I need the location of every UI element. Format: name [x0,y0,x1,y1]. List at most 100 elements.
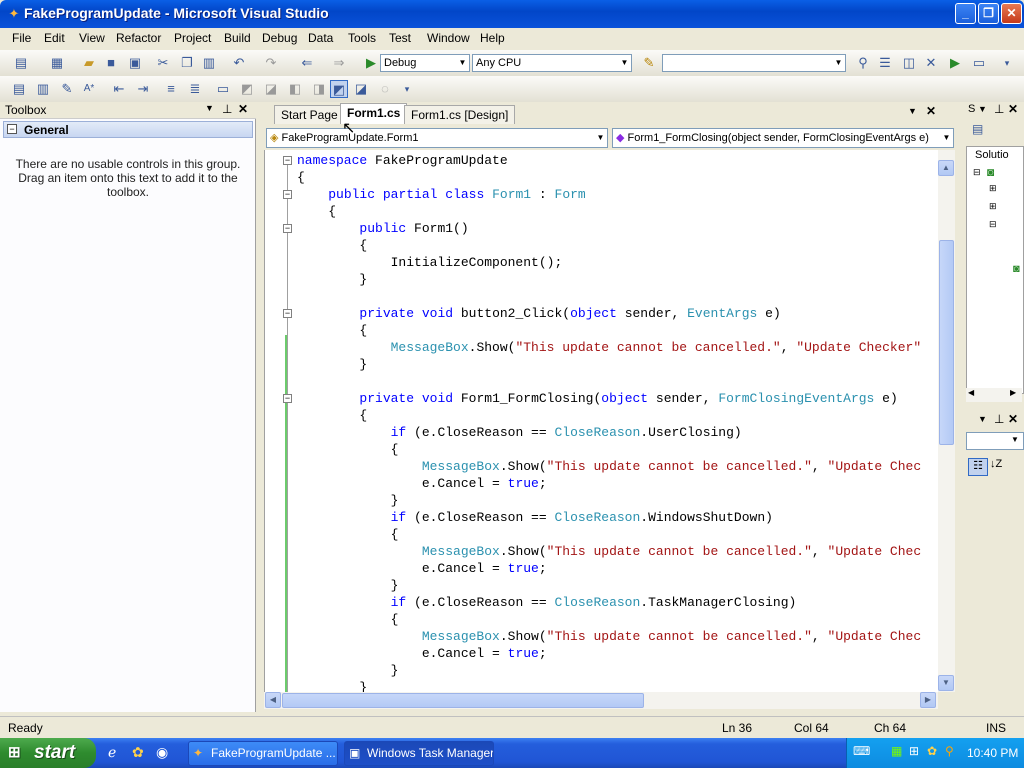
vertical-scrollbar[interactable]: ▲ ▼ [938,150,955,692]
search-icon[interactable]: ⚲ [945,744,954,758]
form-icon[interactable]: ◙ [1013,263,1020,275]
navigate-backward-icon[interactable]: ⇐ [298,54,316,72]
decrease-indent-icon[interactable]: ⇤ [110,80,128,98]
collapse-icon[interactable]: − [283,394,292,403]
task-manager-cpu-icon[interactable]: ▦ [891,744,902,758]
vertical-scroll-thumb[interactable] [939,240,954,445]
auto-hide-pin-icon[interactable]: ⊥ [994,102,1004,116]
complete-word-icon[interactable]: A* [80,80,98,98]
start-button[interactable]: ⊞ start [0,738,96,768]
undo-icon[interactable]: ↶ [230,54,248,72]
clock[interactable]: 10:40 PM [967,746,1018,760]
categorized-icon[interactable]: ☷ [968,458,988,476]
menu-debug[interactable]: Debug [262,31,297,45]
tree-horizontal-scrollbar[interactable]: ◀ ▶ [966,388,1022,402]
restore-button[interactable]: ❐ [978,3,999,24]
tab-form1-design[interactable]: Form1.cs [Design] [404,105,516,124]
minimize-button[interactable]: _ [955,3,976,24]
auto-hide-pin-icon[interactable]: ⊥ [222,102,232,116]
tab-start-page[interactable]: Start Page [274,105,345,124]
disabled-tool-icon[interactable]: ◌ [376,80,394,98]
menu-help[interactable]: Help [480,31,505,45]
previous-bookmark-folder-icon[interactable]: ◧ [286,80,304,98]
menu-test[interactable]: Test [389,31,411,45]
toolbar-options-icon[interactable]: ▾ [398,80,416,98]
save-all-icon[interactable]: ▣ [126,54,144,72]
collapse-icon[interactable]: − [7,124,17,134]
security-icon[interactable]: ✿ [927,744,937,758]
expand-icon[interactable]: ⊞ [989,183,997,194]
code-text[interactable]: namespace FakeProgramUpdate { public par… [297,152,938,692]
increase-indent-icon[interactable]: ⇥ [134,80,152,98]
display-parameter-info-icon[interactable]: ▥ [34,80,52,98]
menu-data[interactable]: Data [308,31,333,45]
solution-tree[interactable]: Solutio ⊟ ◙ ⊞ ⊞ ⊟ ◙ [966,146,1024,394]
find-in-files-icon[interactable]: ✎ [640,54,658,72]
next-bookmark-folder-icon[interactable]: ◨ [310,80,328,98]
taskbar-item-task-manager[interactable]: ▣ Windows Task Manager [344,741,494,766]
other-windows-icon[interactable]: ▭ [970,54,988,72]
comment-out-icon[interactable]: ≡ [162,80,180,98]
add-item-icon[interactable]: ▦ [48,54,66,72]
active-files-icon[interactable]: ▼ [908,106,917,116]
close-icon[interactable]: ✕ [238,102,248,116]
platform-select[interactable]: Any CPU ▼ [472,54,632,72]
close-document-icon[interactable]: ✕ [926,104,936,118]
menu-build[interactable]: Build [224,31,251,45]
display-quick-info-icon[interactable]: ✎ [58,80,76,98]
toolbox-group-general[interactable]: − General [3,121,253,138]
open-folder-icon[interactable]: ▰ [80,54,98,72]
close-icon[interactable]: ✕ [1008,412,1018,426]
project-icon[interactable]: ◙ [987,165,994,179]
type-dropdown[interactable]: ◈ FakeProgramUpdate.Form1 ▼ [266,128,608,148]
next-bookmark-icon[interactable]: ◪ [262,80,280,98]
object-browser-icon[interactable]: ◫ [900,54,918,72]
window-position-icon[interactable]: ▼ [978,104,987,114]
scroll-down-icon[interactable]: ▼ [938,675,954,691]
alphabetical-icon[interactable]: ↓Z [990,458,1002,470]
media-player-icon[interactable]: ◉ [156,744,168,761]
close-icon[interactable]: ✕ [1008,102,1018,116]
horizontal-scroll-thumb[interactable] [282,693,644,708]
new-project-icon[interactable]: ▤ [12,54,30,72]
expand-icon[interactable]: ⊞ [989,201,997,212]
save-icon[interactable]: ■ [102,54,120,72]
window-position-icon[interactable]: ▼ [978,414,987,424]
configuration-select[interactable]: Debug ▼ [380,54,470,72]
scroll-up-icon[interactable]: ▲ [938,160,954,176]
solution-node[interactable]: Solutio [975,149,1009,161]
uncomment-icon[interactable]: ≣ [186,80,204,98]
member-dropdown[interactable]: ◆ Form1_FormClosing(object sender, FormC… [612,128,954,148]
collapse-icon[interactable]: − [283,156,292,165]
menu-view[interactable]: View [79,31,105,45]
scroll-right-icon[interactable]: ▶ [920,692,936,708]
collapse-icon[interactable]: ⊟ [989,219,997,230]
taskbar-item-visual-studio[interactable]: ✦ FakeProgramUpdate ... [188,741,338,766]
menu-file[interactable]: File [12,31,31,45]
horizontal-scrollbar[interactable]: ◀ ▶ [264,692,938,709]
menu-tools[interactable]: Tools [348,31,376,45]
solution-explorer-icon[interactable]: ⚲ [854,54,872,72]
scroll-left-icon[interactable]: ◀ [968,388,974,397]
scroll-left-icon[interactable]: ◀ [265,692,281,708]
keyboard-icon[interactable]: ⌨ [853,744,870,758]
navigate-forward-icon[interactable]: ⇒ [330,54,348,72]
paste-icon[interactable]: ▥ [200,54,218,72]
redo-icon[interactable]: ↷ [262,54,280,72]
find-combo[interactable]: ▼ [662,54,846,72]
copy-icon[interactable]: ❐ [178,54,196,72]
toolbox-icon[interactable]: ✕ [922,54,940,72]
menu-refactor[interactable]: Refactor [116,31,161,45]
internet-explorer-icon[interactable]: ℯ [108,744,116,761]
collapse-icon[interactable]: − [283,190,292,199]
collapse-icon[interactable]: − [283,309,292,318]
clear-bookmarks-icon[interactable]: ◩ [330,80,348,98]
auto-hide-pin-icon[interactable]: ⊥ [994,412,1004,426]
window-position-icon[interactable]: ▼ [205,103,214,113]
network-icon[interactable]: ⊞ [909,744,919,758]
close-button[interactable]: ✕ [1001,3,1022,24]
display-object-member-list-icon[interactable]: ▤ [10,80,28,98]
previous-bookmark-icon[interactable]: ◩ [238,80,256,98]
menu-window[interactable]: Window [427,31,470,45]
start-page-icon[interactable]: ▶ [946,54,964,72]
